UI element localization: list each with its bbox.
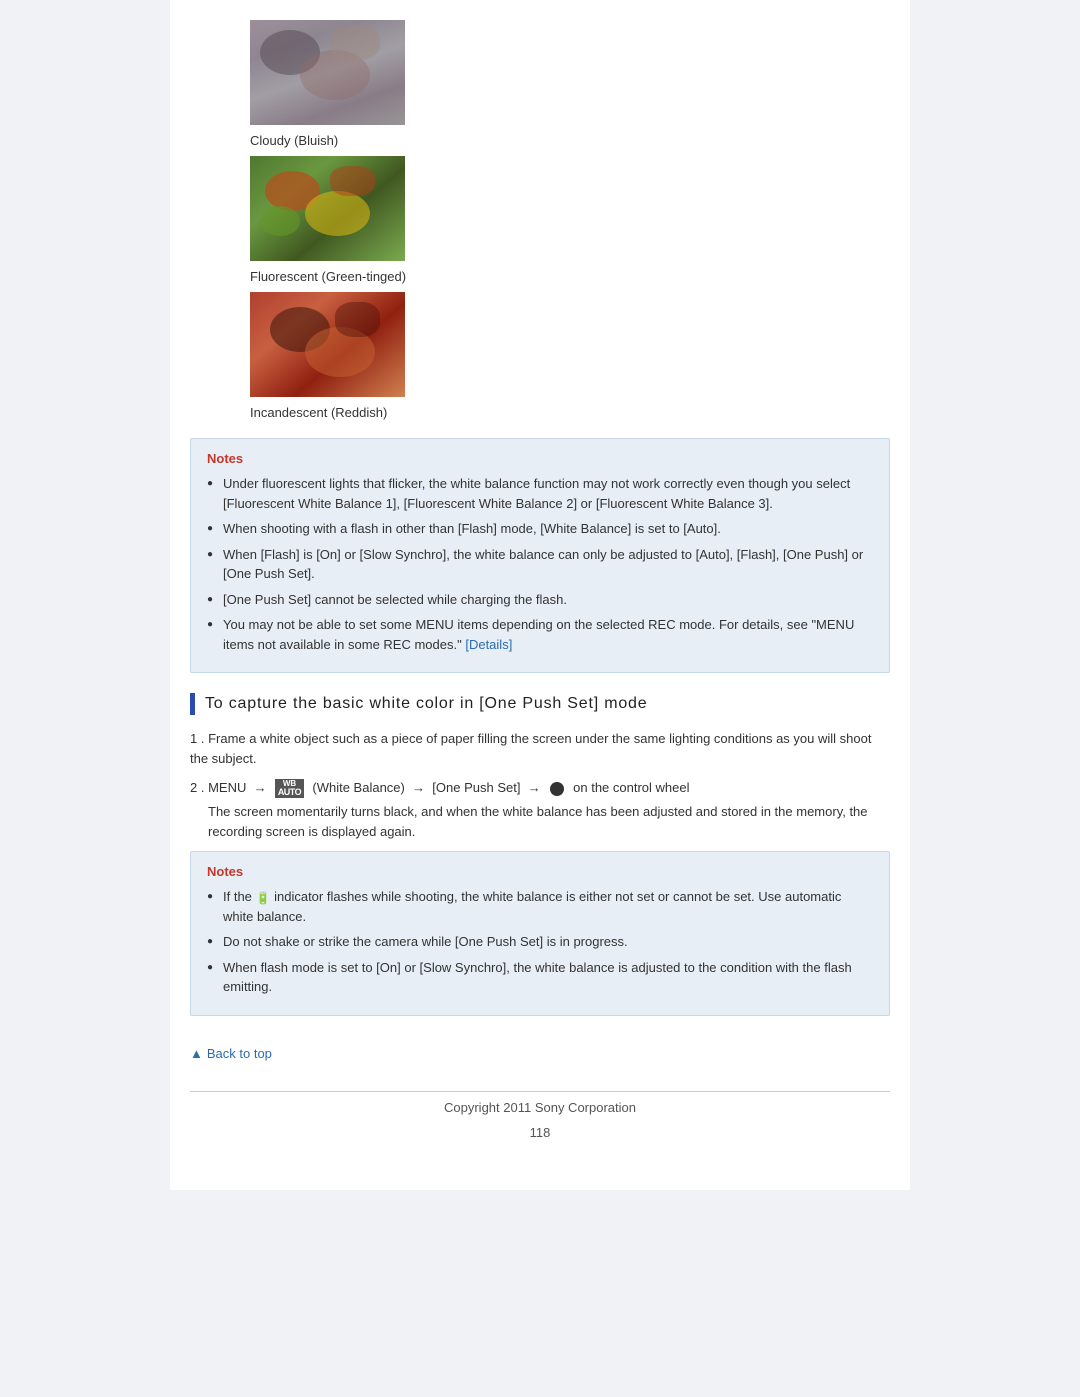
image-fluorescent — [250, 156, 405, 261]
circle-control-icon — [550, 782, 564, 796]
page-number: 118 — [190, 1125, 890, 1160]
back-to-top-text: Back to top — [207, 1046, 272, 1061]
outer-wrapper: Cloudy (Bluish) Fluorescent (Green-tinge… — [0, 0, 1080, 1190]
image-section: Cloudy (Bluish) Fluorescent (Green-tinge… — [190, 10, 890, 428]
step-1: 1 . Frame a white object such as a piece… — [190, 729, 890, 768]
back-to-top-link[interactable]: ▲ Back to top — [190, 1046, 880, 1061]
caption-incandescent: Incandescent (Reddish) — [250, 405, 387, 420]
caption-cloudy: Cloudy (Bluish) — [250, 133, 338, 148]
note-item: You may not be able to set some MENU ite… — [207, 615, 873, 654]
back-to-top-area: ▲ Back to top — [190, 1046, 890, 1061]
page-wrapper: Cloudy (Bluish) Fluorescent (Green-tinge… — [0, 0, 1080, 1397]
steps-list: 1 . Frame a white object such as a piece… — [190, 729, 890, 841]
notes-box-2: Notes If the 🔋 indicator flashes while s… — [190, 851, 890, 1016]
note-item: Under fluorescent lights that flicker, t… — [207, 474, 873, 513]
step-2-subtext: The screen momentarily turns black, and … — [208, 802, 890, 841]
notes-list-1: Under fluorescent lights that flicker, t… — [207, 474, 873, 654]
note-item-2-1: Do not shake or strike the camera while … — [207, 932, 873, 952]
back-to-top-arrow: ▲ — [190, 1046, 203, 1061]
indicator-icon: 🔋 — [256, 889, 271, 907]
notes-box-1: Notes Under fluorescent lights that flic… — [190, 438, 890, 673]
caption-fluorescent: Fluorescent (Green-tinged) — [250, 269, 406, 284]
note-item: When shooting with a flash in other than… — [207, 519, 873, 539]
notes-title-1: Notes — [207, 451, 873, 466]
step-1-text: Frame a white object such as a piece of … — [190, 731, 871, 766]
section-heading: To capture the basic white color in [One… — [190, 693, 890, 715]
note-item-2-2: When flash mode is set to [On] or [Slow … — [207, 958, 873, 997]
image-cloudy — [250, 20, 405, 125]
details-link[interactable]: [Details] — [465, 637, 512, 652]
wb-badge: WB AUTO — [275, 779, 304, 798]
footer-container: ▲ Back to top Copyright 2011 Sony Corpor… — [190, 1046, 890, 1160]
image-incandescent — [250, 292, 405, 397]
step-2: 2 . MENU → WB AUTO (White Balance) → [On… — [190, 778, 890, 841]
content-area: Cloudy (Bluish) Fluorescent (Green-tinge… — [170, 0, 910, 1190]
section-heading-bar — [190, 693, 195, 715]
section-heading-text: To capture the basic white color in [One… — [205, 695, 647, 713]
footer-line: Copyright 2011 Sony Corporation — [190, 1091, 890, 1115]
note-item: [One Push Set] cannot be selected while … — [207, 590, 873, 610]
note-item: When [Flash] is [On] or [Slow Synchro], … — [207, 545, 873, 584]
copyright-text: Copyright 2011 Sony Corporation — [270, 1100, 810, 1115]
note-item-2-0: If the 🔋 indicator flashes while shootin… — [207, 887, 873, 926]
notes-title-2: Notes — [207, 864, 873, 879]
notes-list-2: If the 🔋 indicator flashes while shootin… — [207, 887, 873, 997]
step-2-text: MENU → WB AUTO (White Balance) → [One Pu… — [208, 780, 689, 795]
